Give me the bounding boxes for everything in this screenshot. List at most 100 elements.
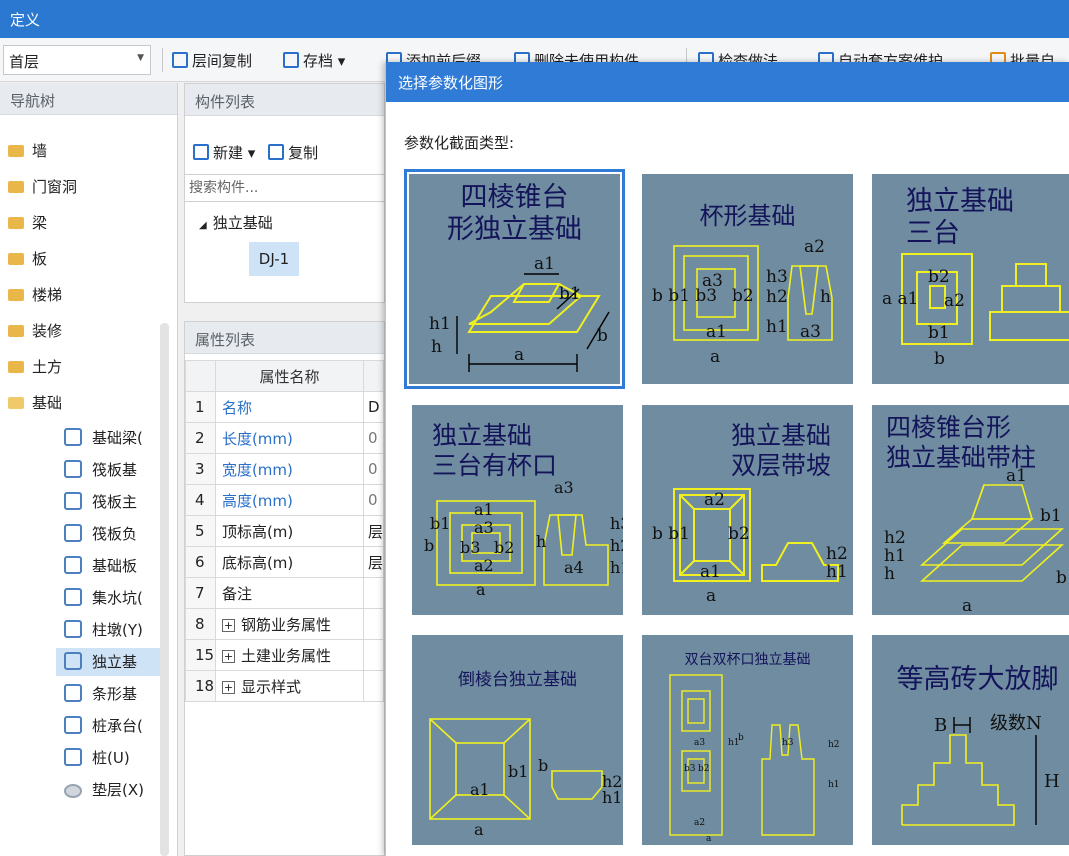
table-row[interactable]: 4 高度(mm) 0 (185, 484, 385, 516)
property-value[interactable]: 层 (362, 546, 385, 578)
nav-sub-raft[interactable]: 筏板基 (64, 456, 168, 484)
shape-card-pyramid-frustum[interactable]: 四棱锥台 形独立基础 a1 b1 h1 h a b (404, 169, 625, 389)
property-value[interactable] (362, 577, 385, 609)
svg-text:b: b (1056, 568, 1067, 588)
new-label: 新建 (213, 144, 244, 162)
table-row[interactable]: 18 + 显示样式 (185, 670, 385, 702)
svg-text:a: a (706, 586, 716, 606)
property-value[interactable]: 0 (362, 484, 385, 516)
table-row[interactable]: 2 长度(mm) 0 (185, 422, 385, 454)
svg-text:a1: a1 (706, 322, 727, 342)
shape-diagram: B 级数N H (901, 713, 1060, 826)
expand-plus-icon[interactable]: + (221, 618, 235, 632)
nav-sub-strip-footing[interactable]: 条形基 (64, 680, 168, 708)
nav-group-label: 土方 (32, 358, 63, 376)
nav-sub-pile[interactable]: 桩(U) (64, 744, 168, 772)
component-list-panel: 构件列表 新建 ▾ 复制 ◢ 独立基础 DJ-1 (184, 83, 385, 303)
table-row[interactable]: 5 顶标高(m) 层 (185, 515, 385, 547)
component-group[interactable]: ◢ 独立基础 (199, 212, 273, 233)
shape-card-three-tier[interactable]: 独立基础三台 b2 a a1 a2 b1 b h3 h2 h1 (872, 174, 1069, 384)
folder-icon (8, 253, 24, 265)
nav-sub-raft-neg-rebar[interactable]: 筏板负 (64, 520, 168, 548)
nav-sub-isolated-footing[interactable]: 独立基 (56, 648, 168, 676)
nav-sub-sump-pit[interactable]: 集水坑( (64, 584, 168, 612)
nav-group-wall[interactable]: 墙 (8, 138, 47, 164)
shape-card-three-tier-cup[interactable]: 独立基础三台有杯口 a3 a1 b1 a3 b b3 b2 a2 a h h3 … (412, 405, 623, 615)
property-name: 底标高(m) (214, 546, 364, 578)
floor-select[interactable]: 首层 ▼ (3, 45, 151, 75)
property-name: 备注 (214, 577, 364, 609)
floor-copy-button[interactable]: 层间复制 (172, 50, 252, 71)
svg-text:b3: b3 (684, 764, 696, 774)
shape-diagram: a1 b1 h2 h1 h a b (884, 466, 1067, 615)
nav-group-earthwork[interactable]: 土方 (8, 354, 62, 380)
property-value[interactable]: 层 (362, 515, 385, 547)
component-item[interactable]: DJ-1 (249, 242, 299, 276)
nav-group-door-window[interactable]: 门窗洞 (8, 174, 77, 200)
table-row[interactable]: 15 + 土建业务属性 (185, 639, 385, 671)
svg-text:h2: h2 (828, 740, 840, 750)
property-name-expandable[interactable]: + 土建业务属性 (214, 639, 364, 671)
shape-card-frustum-column[interactable]: 四棱锥台形 独立基础带柱 a1 b1 h2 h1 h a b (872, 405, 1069, 615)
nav-group-beam[interactable]: 梁 (8, 210, 47, 236)
table-row[interactable]: 7 备注 (185, 577, 385, 609)
collapse-triangle-icon: ◢ (199, 220, 207, 231)
property-name-expandable[interactable]: + 钢筋业务属性 (214, 608, 364, 640)
property-name-expandable[interactable]: + 显示样式 (214, 670, 364, 702)
shape-card-cup-footing[interactable]: 杯形基础 a2 b b1 b3 a3 b2 h3 h2 h a1 h1 a3 a (642, 174, 853, 384)
sump-pit-icon (64, 588, 82, 606)
nav-sub-column-pier[interactable]: 柱墩(Y) (64, 616, 168, 644)
table-row[interactable]: 3 宽度(mm) 0 (185, 453, 385, 485)
svg-text:a2: a2 (944, 291, 965, 311)
window-titlebar: 定义 (0, 0, 1069, 38)
archive-button[interactable]: 存档 ▾ (283, 50, 345, 71)
expand-plus-icon[interactable]: + (221, 680, 235, 694)
svg-text:a3: a3 (554, 478, 574, 497)
expand-plus-icon[interactable]: + (221, 649, 235, 663)
nav-sub-cushion[interactable]: 垫层(X) (64, 776, 168, 804)
shape-card-brick-footing[interactable]: 等高砖大放脚 B 级数N H (872, 635, 1069, 845)
new-component-button[interactable]: 新建 ▾ (193, 144, 255, 162)
nav-sub-pile-cap[interactable]: 桩承台( (64, 712, 168, 740)
nav-group-decoration[interactable]: 装修 (8, 318, 62, 344)
raft-icon (64, 460, 82, 478)
property-value (362, 608, 385, 640)
nav-group-foundation[interactable]: 基础 (8, 390, 62, 416)
property-name: 名称 (214, 391, 364, 423)
nav-group-stair[interactable]: 楼梯 (8, 282, 62, 308)
nav-group-label: 装修 (32, 322, 63, 340)
nav-scrollbar[interactable] (160, 323, 169, 856)
nav-group-label: 基础 (32, 394, 63, 412)
table-row[interactable]: 8 + 钢筋业务属性 (185, 608, 385, 640)
shape-card-inverted-frustum[interactable]: 倒棱台独立基础 b1 a1 a b h2 h1 (412, 635, 623, 845)
nav-group-label: 门窗洞 (32, 178, 78, 196)
property-value[interactable]: 0 (362, 453, 385, 485)
property-value[interactable]: D (362, 391, 385, 423)
svg-text:b2: b2 (728, 524, 750, 544)
component-search-input[interactable] (185, 175, 375, 201)
nav-sub-label: 桩(U) (92, 749, 130, 767)
nav-group-slab[interactable]: 板 (8, 246, 47, 272)
nav-sub-foundation-beam[interactable]: 基础梁( (64, 424, 168, 452)
nav-sub-raft-main-rebar[interactable]: 筏板主 (64, 488, 168, 516)
svg-text:a2: a2 (804, 237, 825, 257)
svg-text:h2: h2 (884, 528, 906, 548)
svg-text:h3: h3 (610, 514, 623, 533)
svg-text:b2: b2 (494, 538, 514, 557)
nav-sub-foundation-strip[interactable]: 基础板 (64, 552, 168, 580)
property-value[interactable]: 0 (362, 422, 385, 454)
folder-icon (8, 361, 24, 373)
table-row[interactable]: 6 底标高(m) 层 (185, 546, 385, 578)
name-column-header: 属性名称 (214, 360, 364, 392)
parametric-shape-dialog: 选择参数化图形 参数化截面类型: 四棱锥台 形独立基础 a1 b1 h1 h a… (385, 62, 1069, 856)
copy-component-button[interactable]: 复制 (268, 144, 318, 162)
svg-text:a3: a3 (474, 518, 494, 537)
svg-text:级数N: 级数N (990, 713, 1042, 734)
nav-group-label: 板 (32, 250, 48, 268)
shape-card-double-slope[interactable]: 独立基础 双层带坡 a2 b b1 b2 a1 a h2 h1 (642, 405, 853, 615)
svg-text:a1: a1 (534, 254, 555, 274)
nav-sub-label: 筏板主 (92, 493, 138, 511)
shape-card-double-cup[interactable]: 双台双杯口独立基础 a3 h1 b h3 h2 h1 b3 b2 a2 a (642, 635, 853, 845)
table-row[interactable]: 1 名称 D (185, 391, 385, 423)
copy-label: 复制 (288, 144, 319, 162)
